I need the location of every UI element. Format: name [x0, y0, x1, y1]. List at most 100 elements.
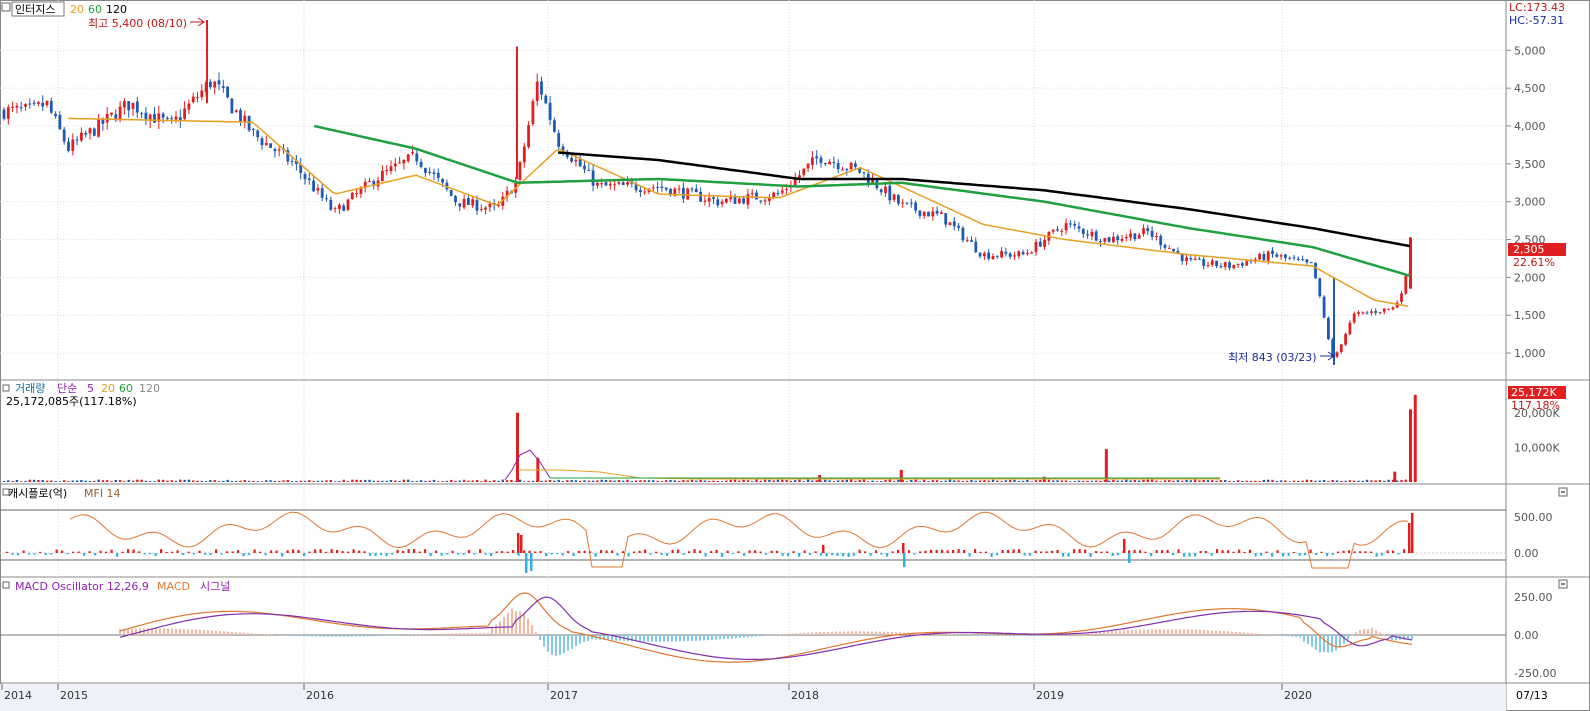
cashflow-bar [495, 551, 498, 553]
volume-bar [604, 479, 608, 482]
candle-body [88, 128, 92, 134]
macd-osc-bar [567, 635, 569, 651]
cashflow-bar [1139, 550, 1142, 553]
volume-bar [1168, 480, 1171, 482]
volume-bar [273, 480, 277, 482]
macd-osc-bar [891, 632, 893, 635]
candle-body [1210, 260, 1214, 265]
volume-ma20-legend: 20 [101, 382, 115, 395]
cashflow-bar [1232, 551, 1235, 553]
cashflow-bar [286, 550, 289, 553]
macd-osc-bar [263, 634, 265, 635]
candle-body [535, 81, 539, 101]
cashflow-bar [264, 553, 267, 556]
volume-bar [1224, 480, 1227, 482]
volume-bar [140, 479, 143, 482]
volume-bar [398, 480, 401, 482]
candle-body [703, 200, 707, 202]
cashflow-bar [149, 553, 152, 555]
candle-body [1077, 226, 1081, 229]
candle-body [1021, 252, 1025, 255]
chart-canvas[interactable]: 인터지스 20 60 120 최고 5,400 (08/10) 최저 843 (… [0, 0, 1590, 711]
volume-bar [235, 480, 238, 482]
cashflow-bar [1045, 551, 1048, 553]
pane-toggle-icon[interactable] [1, 2, 11, 12]
candle-body [527, 124, 530, 147]
macd-osc-legend: MACD Oscillator 12,26,9 [15, 580, 149, 593]
macd-osc-bar [203, 630, 205, 635]
cashflow-bar [660, 553, 663, 556]
volume-bar [127, 479, 130, 482]
candle-body [737, 198, 741, 204]
cashflow-neg-spike [530, 553, 533, 571]
volume-bar [1172, 480, 1175, 482]
macd-osc-bar [499, 621, 501, 635]
cashflow-bar [187, 551, 190, 553]
macd-osc-bar [159, 628, 161, 635]
cashflow-bar [644, 549, 647, 553]
candle-body [1296, 258, 1300, 260]
pane-toggle-icon[interactable] [2, 384, 10, 392]
volume-bar [1009, 479, 1012, 482]
candle-body [385, 170, 389, 172]
volume-bar [1327, 481, 1330, 482]
volume-bar [1331, 479, 1334, 482]
volume-bar [222, 480, 225, 482]
volume-bar [381, 480, 384, 482]
candle-body [832, 161, 836, 163]
cashflow-bar [429, 553, 432, 557]
cashflow-bar [979, 551, 982, 553]
macd-line [119, 592, 1413, 663]
cashflow-bar [479, 549, 482, 553]
candle-body [1000, 250, 1003, 258]
volume-bar [944, 480, 947, 482]
macd-osc-bar [319, 635, 321, 637]
mfi-legend: 캐시플로(억) MFI 14 [2, 487, 1568, 500]
candle-body [428, 171, 432, 173]
cashflow-bar [825, 553, 828, 557]
cashflow-bar [1221, 550, 1224, 553]
candle-body [226, 86, 229, 98]
candle-body [621, 182, 625, 185]
x-tick-label: 2014 [4, 689, 32, 702]
candle-body [897, 194, 900, 204]
cashflow-bar [1359, 551, 1362, 553]
cashflow-bar [1183, 553, 1186, 557]
cashflow-bar [858, 549, 861, 553]
candle-body [1112, 236, 1115, 243]
cashflow-bar [88, 551, 91, 553]
current-volume-badge: 25,172K [1511, 386, 1557, 399]
candle-body [11, 106, 14, 108]
macd-osc-bar [1127, 630, 1129, 635]
macd-osc-bar [655, 635, 657, 642]
candle-body [518, 162, 522, 180]
cashflow-bar [924, 550, 927, 553]
volume-bar [488, 481, 492, 482]
volume-bar [450, 479, 453, 482]
cashflow-bar [83, 553, 86, 556]
volume-bar [1150, 479, 1154, 482]
cashflow-bar [484, 553, 487, 555]
macd-osc-bar [235, 632, 237, 635]
candle-body [252, 128, 255, 130]
macd-osc-bar [711, 635, 713, 640]
volume-bar [884, 480, 887, 482]
macd-osc-bar [847, 631, 849, 635]
volume-bar [527, 480, 530, 482]
volume-bar [634, 480, 638, 482]
cashflow-bar [523, 550, 526, 553]
candle-body [823, 163, 827, 165]
pane-toggle-icon[interactable] [2, 581, 10, 589]
macd-osc-bar [299, 635, 301, 637]
x-tick-label: 2016 [306, 689, 334, 702]
candle-body [1038, 241, 1042, 247]
cashflow-spike [822, 545, 825, 553]
cashflow-bar [1254, 553, 1257, 557]
volume-bar [462, 479, 466, 482]
cashflow-spike [902, 543, 905, 553]
price-tick-label: 5,000 [1514, 44, 1546, 57]
candle-body [836, 163, 840, 170]
cashflow-bar [1249, 549, 1252, 553]
cashflow-bar [842, 553, 845, 557]
macd-osc-bar [627, 635, 629, 642]
